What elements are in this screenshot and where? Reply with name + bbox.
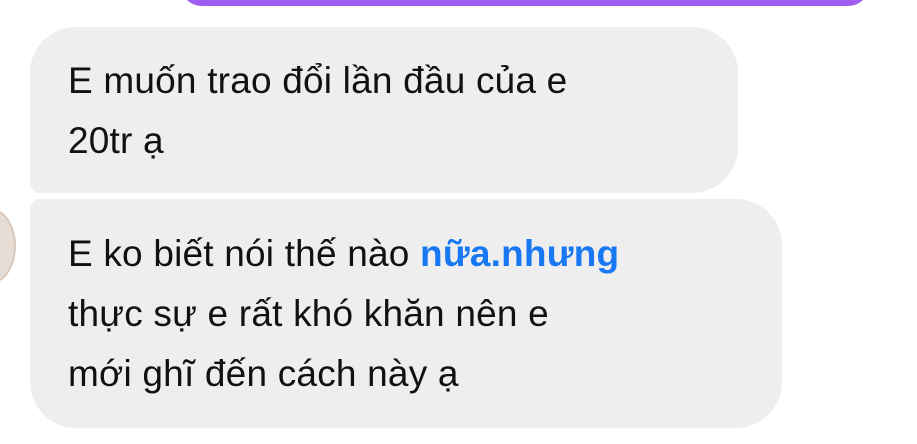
highlighted-text-link[interactable]: nữa.nhưng xyxy=(420,233,619,274)
message-text: E ko biết nói thế nào xyxy=(68,233,421,274)
outgoing-message-bubble[interactable] xyxy=(180,0,870,6)
incoming-message-bubble[interactable]: E ko biết nói thế nào nữa.nhưng thực sự … xyxy=(30,199,782,428)
message-text-line: E ko biết nói thế nào nữa.nhưng xyxy=(68,224,752,284)
incoming-message-bubble[interactable]: E muốn trao đổi lần đầu của e 20tr ạ xyxy=(30,27,738,193)
message-text-line: mới ghĩ đến cách này ạ xyxy=(68,353,459,394)
message-text-line: E muốn trao đổi lần đầu của e xyxy=(68,60,568,101)
message-text-line: 20tr ạ xyxy=(68,120,164,161)
message-text-line: thực sự e rất khó khăn nên e xyxy=(68,293,549,334)
chat-thread: E muốn trao đổi lần đầu của e 20tr ạ E k… xyxy=(0,0,917,444)
sender-avatar[interactable] xyxy=(0,208,16,284)
